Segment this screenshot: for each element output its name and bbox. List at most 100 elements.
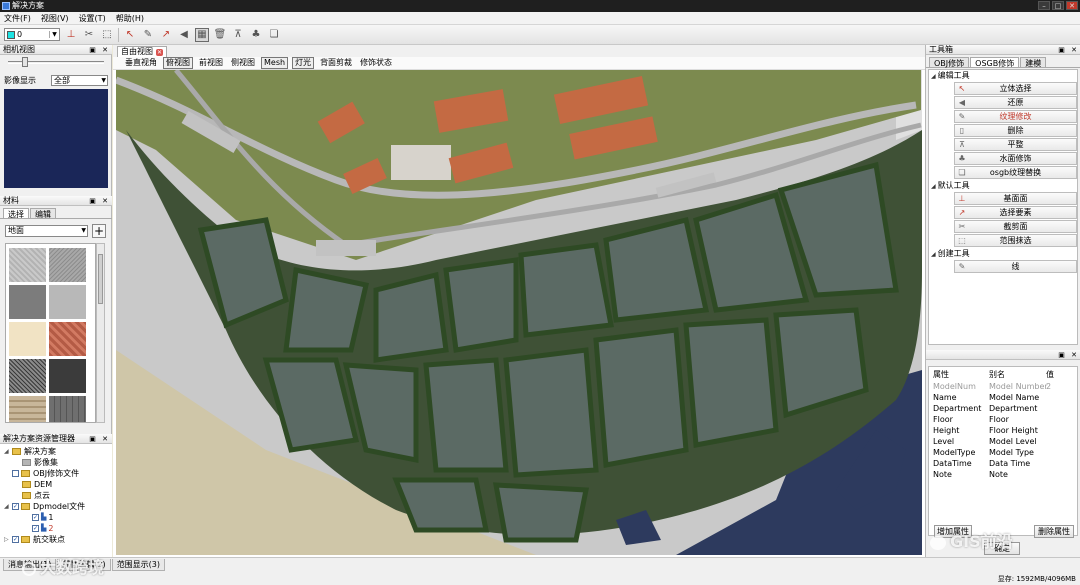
tab-modeling[interactable]: 建模 [1020,57,1047,68]
tab-range-display[interactable]: 范围显示(3) [111,559,166,571]
checkbox[interactable]: ✓ [12,536,19,543]
material-tile[interactable] [9,322,46,356]
group-create-tools[interactable]: ◢ 创建工具 [931,249,970,259]
table-row[interactable]: Level Model Level [929,436,1079,447]
menu-file[interactable]: 文件(F) [4,13,31,24]
table-row[interactable]: Name Model Name [929,392,1079,403]
tree-item-model-1[interactable]: ✓ ▙ 1 [32,512,53,523]
tool-delete[interactable]: ▯ 删除 [954,124,1077,137]
collapse-icon[interactable]: ◢ [4,446,11,457]
table-row[interactable]: Floor Floor [929,414,1079,425]
menu-view[interactable]: 视图(V) [41,13,69,24]
edit-state-toggle[interactable]: 修饰状态 [358,58,394,68]
water-tool-icon[interactable]: ♣ [249,28,263,42]
tree-item-dem[interactable]: DEM [22,479,52,490]
panel-pin-close-icons[interactable]: ▣ ✕ [1058,350,1079,360]
view-vertical[interactable]: 垂直视角 [123,58,159,68]
cursor-edit-icon[interactable]: ↗ [159,28,173,42]
view-side[interactable]: 侧视图 [229,58,257,68]
pin-tool-icon[interactable]: ⊥ [64,28,78,42]
panel-pin-close-icons[interactable]: ▣ ✕ [89,45,110,55]
view-front[interactable]: 前视图 [197,58,225,68]
pencil-icon[interactable]: ✎ [141,28,155,42]
texture-replace-icon[interactable]: ❏ [267,28,281,42]
tool-select-feature[interactable]: ↗ 选择要素 [954,206,1077,219]
image-display-select[interactable]: 全部 ▼ [51,75,108,86]
tool-stereo-select[interactable]: ↖ 立体选择 [954,82,1077,95]
light-toggle[interactable]: 灯光 [292,57,315,69]
tree-item-solution[interactable]: ◢ 解决方案 [4,446,56,457]
tab-obj-edit[interactable]: OBJ修饰 [929,57,970,68]
menu-settings[interactable]: 设置(T) [79,13,106,24]
add-material-button[interactable]: + [92,224,106,238]
material-tile[interactable] [49,248,86,282]
close-tab-icon[interactable]: ✕ [156,48,163,56]
tool-texture-edit[interactable]: ✎ 纹理修改 [954,110,1077,123]
collapse-icon[interactable]: ◢ [4,501,11,512]
mesh-toggle[interactable]: Mesh [261,57,289,69]
undo-icon[interactable]: ◀ [177,28,191,42]
scissors-icon[interactable]: ✂ [82,28,96,42]
tree-item-obj[interactable]: OBJ修饰文件 [12,468,79,479]
group-default-tools[interactable]: ◢ 默认工具 [931,181,970,191]
tool-water-edit[interactable]: ♣ 水面修饰 [954,152,1077,165]
material-tile[interactable] [49,322,86,356]
view-top[interactable]: 俯视图 [163,57,193,69]
checkbox[interactable]: ✓ [32,514,39,521]
tool-osgb-texture-replace[interactable]: ❏ osgb纹理替换 [954,166,1077,179]
camera-slider[interactable] [8,57,104,67]
panel-pin-close-icons[interactable]: ▣ ✕ [89,434,110,444]
material-tile[interactable] [9,248,46,282]
checkbox[interactable] [12,470,19,477]
tool-range-select[interactable]: ⬚ 范围抹选 [954,234,1077,247]
tab-edit[interactable]: 编辑 [30,208,56,219]
color-select[interactable]: 0 ▼ [4,28,60,41]
close-button[interactable]: ✕ [1066,1,1078,10]
tree-item-pointcloud[interactable]: 点云 [22,490,50,501]
tool-restore[interactable]: ◀ 还原 [954,96,1077,109]
material-tile[interactable] [9,359,46,393]
tool-flatten[interactable]: ⊼ 平整 [954,138,1077,151]
select-box-icon[interactable]: ⬚ [100,28,114,42]
material-tile[interactable] [49,359,86,393]
tree-item-tiepoints[interactable]: ▷ ✓ 航交联点 [4,534,65,545]
material-tile[interactable] [49,396,86,422]
table-row[interactable]: ModelNum Model Number 2 [929,381,1079,392]
table-row[interactable]: Height Floor Height [929,425,1079,436]
delete-attribute-button[interactable]: 删除属性 [1034,525,1074,538]
tab-free-view[interactable]: 自由视图 ✕ [117,46,167,57]
tab-select[interactable]: 选择 [3,208,29,219]
table-row[interactable]: ModelType Model Type [929,447,1079,458]
3d-viewport[interactable] [116,70,922,555]
tool-clip-plane[interactable]: ✂ 截剪面 [954,220,1077,233]
panel-pin-close-icons[interactable]: ▣ ✕ [1058,45,1079,55]
slider-knob[interactable] [22,57,28,67]
material-tile[interactable] [9,285,46,319]
backface-culling-toggle[interactable]: 背面剪裁 [318,58,354,68]
table-row[interactable]: Department Department [929,403,1079,414]
expand-icon[interactable]: ▷ [4,534,11,545]
maximize-button[interactable]: □ [1052,1,1064,10]
tool-line[interactable]: ✎ 线 [954,260,1077,273]
menu-help[interactable]: 帮助(H) [116,13,144,24]
grid-view-icon[interactable]: ▦ [195,27,209,42]
material-tile[interactable] [9,396,46,422]
checkbox[interactable]: ✓ [32,525,39,532]
tool-base-plane[interactable]: ⊥ 基面面 [954,192,1077,205]
scroll-thumb[interactable] [98,254,103,304]
material-tile[interactable] [49,285,86,319]
table-row[interactable]: DataTime Data Time [929,458,1079,469]
minimize-button[interactable]: – [1038,1,1050,10]
material-category-select[interactable]: 地面 ▼ [5,225,88,237]
trash-icon[interactable]: 🗑 [213,28,227,42]
tab-osgb-edit[interactable]: OSGB修饰 [970,57,1020,68]
cursor-select-icon[interactable]: ↖ [123,28,137,42]
flatten-icon[interactable]: ⊼ [231,28,245,42]
material-scrollbar[interactable] [96,243,105,423]
group-edit-tools[interactable]: ◢ 编辑工具 [931,71,970,81]
checkbox[interactable]: ✓ [12,503,19,510]
table-row[interactable]: Note Note [929,469,1079,480]
panel-pin-close-icons[interactable]: ▣ ✕ [89,196,110,206]
tree-item-dpmodel[interactable]: ◢ ✓ Dpmodel文件 [4,501,85,512]
tree-item-imageset[interactable]: 影像集 [22,457,58,468]
